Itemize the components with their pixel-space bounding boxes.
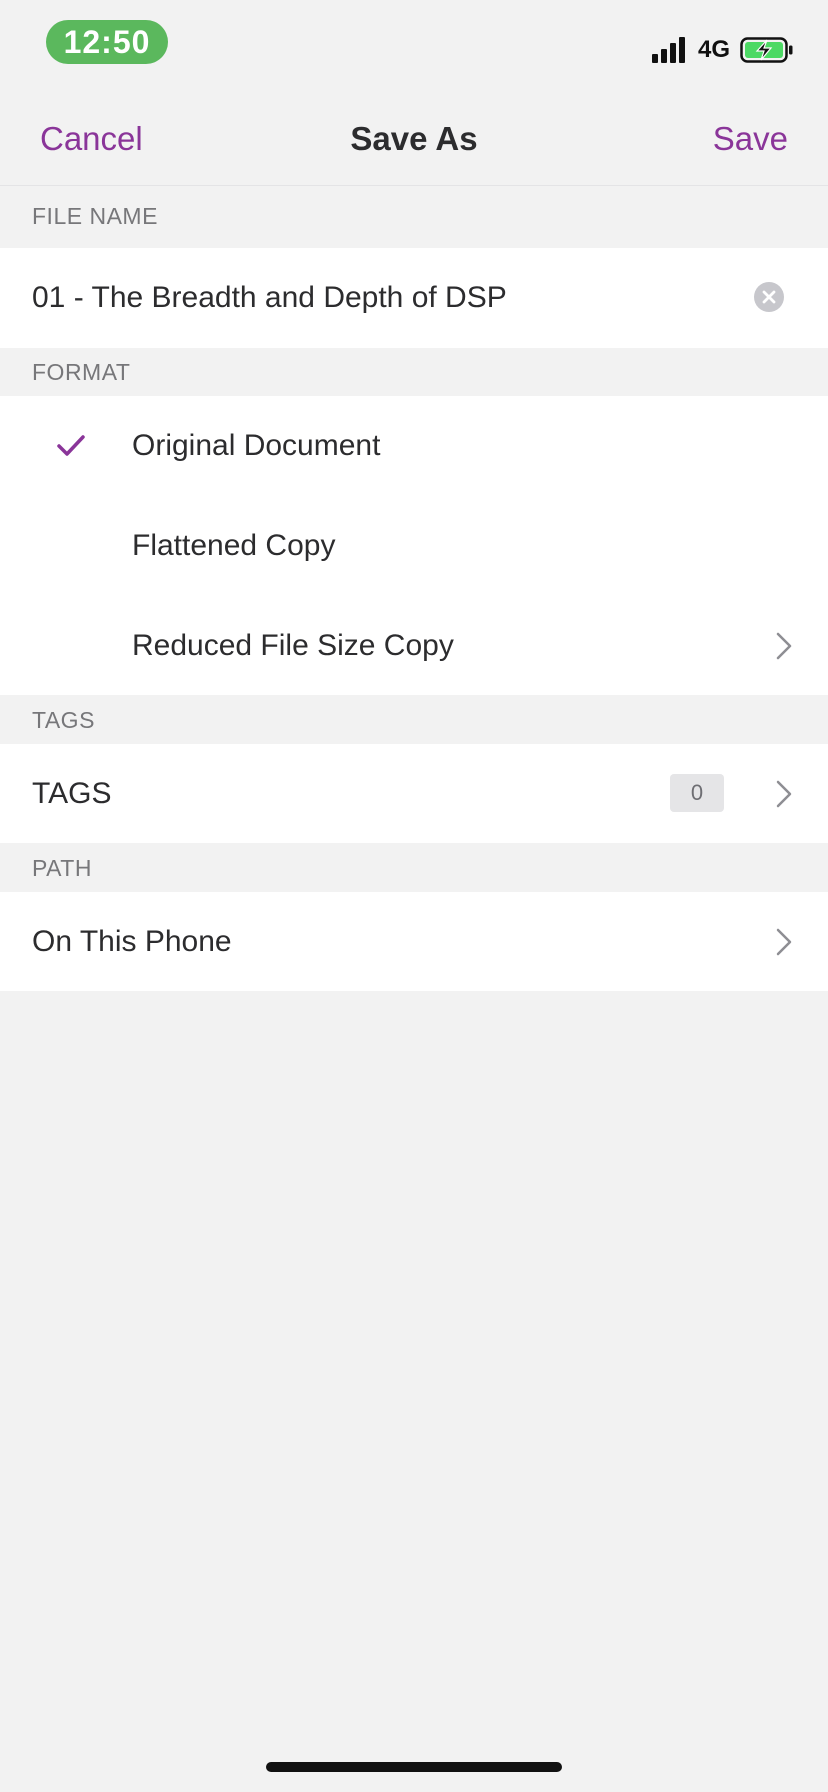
signal-bars-icon — [651, 37, 688, 63]
clear-circle-icon[interactable] — [754, 282, 784, 312]
checkmark-icon — [57, 435, 85, 456]
navigation-bar: Cancel Save As Save — [0, 90, 828, 186]
path-row[interactable]: On This Phone — [0, 892, 828, 991]
section-header-file-name: FILE NAME — [32, 203, 158, 229]
battery-charging-icon — [740, 37, 793, 63]
path-row-label: On This Phone — [32, 925, 232, 958]
file-name-input[interactable]: 01 - The Breadth and Depth of DSP — [32, 281, 507, 315]
format-option-flattened[interactable]: Flattened Copy — [0, 496, 828, 596]
chevron-right-icon — [776, 780, 792, 808]
format-option-original[interactable]: Original Document — [0, 396, 828, 496]
section-header-path: PATH — [32, 855, 92, 881]
section-header-format: FORMAT — [32, 359, 131, 385]
page-title: Save As — [350, 120, 478, 157]
save-button[interactable]: Save — [713, 120, 788, 158]
tags-row-label: TAGS — [32, 777, 112, 810]
tags-row[interactable]: TAGS 0 — [0, 744, 828, 843]
format-option-label: Reduced File Size Copy — [132, 629, 454, 662]
status-time: 12:50 — [46, 20, 168, 64]
format-option-label: Flattened Copy — [132, 529, 336, 562]
format-options-group: Original Document Flattened Copy Reduced… — [0, 396, 828, 695]
format-option-label: Original Document — [132, 429, 381, 462]
section-header-tags: TAGS — [32, 707, 95, 733]
home-indicator[interactable] — [266, 1762, 562, 1772]
status-bar: 12:50 4G — [0, 0, 828, 90]
format-option-reduced-size[interactable]: Reduced File Size Copy — [0, 596, 828, 695]
file-name-row: 01 - The Breadth and Depth of DSP — [0, 248, 828, 348]
status-indicators: 4G — [651, 34, 794, 66]
chevron-right-icon — [776, 928, 792, 956]
network-type: 4G — [697, 36, 730, 63]
chevron-right-icon — [776, 632, 792, 660]
tags-count-badge: 0 — [670, 774, 724, 812]
